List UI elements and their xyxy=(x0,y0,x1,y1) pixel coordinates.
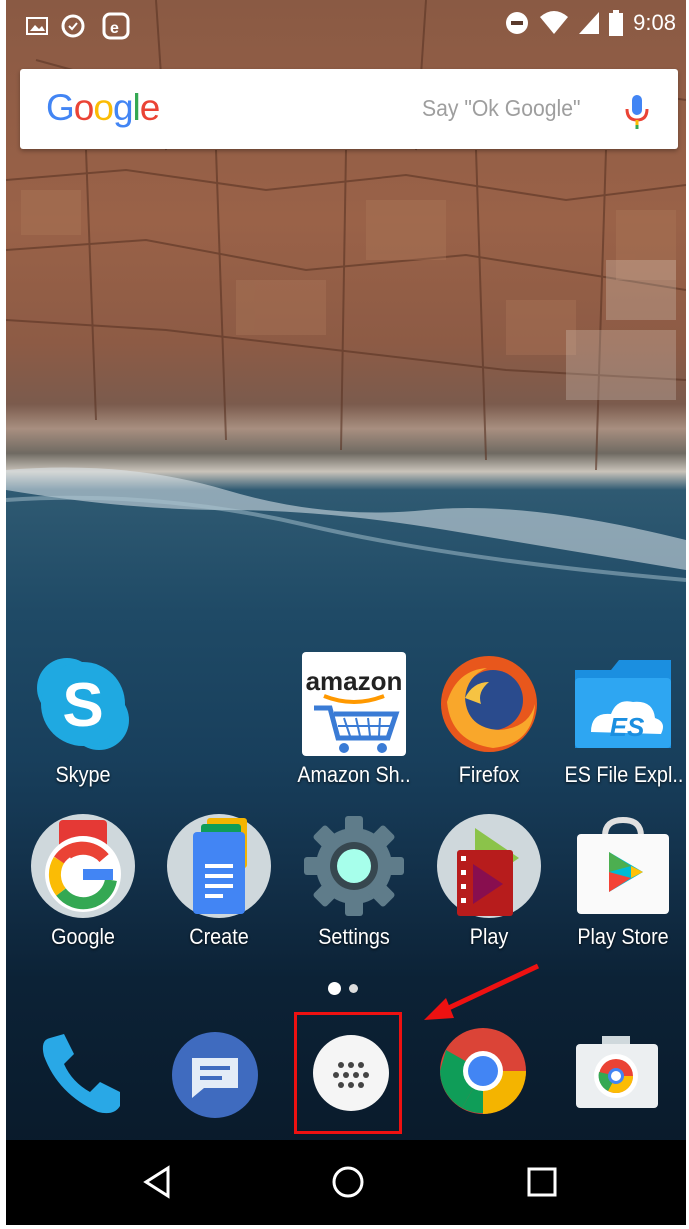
microphone-icon[interactable] xyxy=(624,93,650,131)
app-settings[interactable]: Settings xyxy=(289,814,419,950)
play-store-icon xyxy=(571,814,675,918)
google-logo-letter: o xyxy=(73,87,95,128)
camera-icon[interactable] xyxy=(572,1030,662,1120)
page-indicator xyxy=(328,982,358,995)
app-amazon[interactable]: amazon Amazon Sh.. xyxy=(289,652,419,788)
google-logo-letter: l xyxy=(132,87,141,128)
wifi-icon xyxy=(540,11,569,34)
page-dot xyxy=(349,984,358,993)
app-label: Amazon Sh.. xyxy=(297,762,411,787)
status-bar: e 9:08 xyxy=(6,0,686,52)
google-search-bar[interactable]: Google Say "Ok Google" xyxy=(20,69,678,149)
app-skype[interactable]: S Skype xyxy=(18,652,148,788)
es-mark: ES xyxy=(610,712,645,742)
clock: 9:08 xyxy=(633,10,676,35)
google-logo-letter: g xyxy=(112,87,134,128)
messages-icon[interactable] xyxy=(170,1030,260,1120)
google-logo: Google xyxy=(46,87,161,129)
app-label: Google xyxy=(51,924,115,949)
docs-folder-icon xyxy=(167,814,271,918)
do-not-disturb-icon xyxy=(506,12,529,34)
firefox-icon xyxy=(437,652,541,756)
google-logo-letter: e xyxy=(139,87,161,128)
google-folder-icon xyxy=(31,814,135,918)
chrome-icon[interactable] xyxy=(438,1026,528,1116)
surf xyxy=(6,467,686,582)
app-es-file-explorer[interactable]: ES ES File Expl.. xyxy=(558,652,686,788)
phone-icon[interactable] xyxy=(36,1028,126,1118)
annotation-arrow xyxy=(424,963,540,1020)
es-file-explorer-icon: ES xyxy=(571,652,675,756)
page-dot-active xyxy=(328,982,341,995)
app-label: Create xyxy=(189,924,249,949)
svg-text:S: S xyxy=(62,671,103,740)
settings-icon xyxy=(302,814,406,918)
app-label: Settings xyxy=(318,924,390,949)
app-firefox[interactable]: Firefox xyxy=(424,652,554,788)
app-label: Skype xyxy=(55,762,111,787)
app-folder-play[interactable]: Play xyxy=(424,814,554,950)
navigation-bar xyxy=(6,1140,686,1225)
app-label: Firefox xyxy=(458,762,520,787)
recents-icon[interactable] xyxy=(520,1160,564,1204)
skype-icon: S xyxy=(31,652,135,756)
home-screen: e 9:08 Google Say "Ok Google" S Skype am… xyxy=(6,0,686,1225)
battery-icon xyxy=(609,10,624,36)
app-play-store[interactable]: Play Store xyxy=(558,814,686,950)
amazon-wordmark: amazon xyxy=(306,666,403,696)
back-icon[interactable] xyxy=(136,1160,180,1204)
highlight-box xyxy=(294,1012,402,1134)
google-logo-letter: G xyxy=(46,87,75,128)
app-label: ES File Expl.. xyxy=(564,762,684,787)
image-icon xyxy=(26,17,48,35)
app-folder-google[interactable]: Google xyxy=(18,814,148,950)
sync-icon xyxy=(61,14,85,38)
google-logo-letter: o xyxy=(93,87,114,128)
signal-icon xyxy=(579,12,600,34)
home-icon[interactable] xyxy=(326,1160,370,1204)
app-label: Play xyxy=(469,924,509,949)
app-folder-create[interactable]: Create xyxy=(154,814,284,950)
amazon-icon: amazon xyxy=(302,652,406,756)
app-label: Play Store xyxy=(577,924,669,949)
search-hint: Say "Ok Google" xyxy=(422,95,581,121)
svg-text:e: e xyxy=(110,20,119,37)
e-icon: e xyxy=(102,12,130,40)
play-folder-icon xyxy=(437,814,541,918)
